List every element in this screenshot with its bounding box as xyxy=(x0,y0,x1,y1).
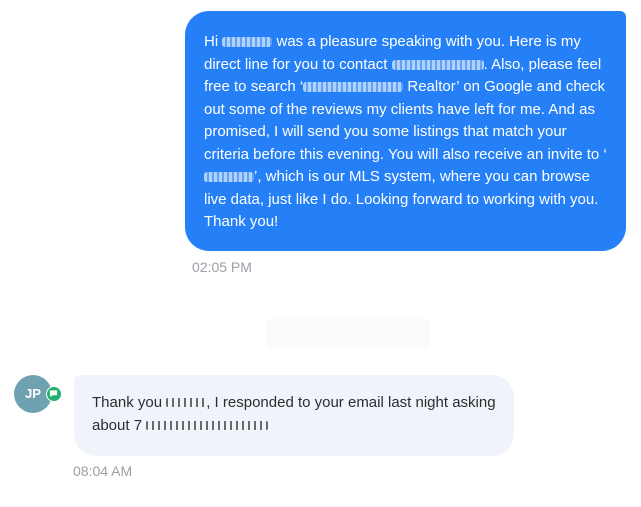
redacted-name xyxy=(166,398,207,407)
outgoing-message-bubble: Hi was a pleasure speaking with you. Her… xyxy=(185,11,626,251)
incoming-message-text: Thank you , I responded to your email la… xyxy=(92,392,496,437)
incoming-message-bubble: Thank you , I responded to your email la… xyxy=(74,375,514,456)
redacted-phone xyxy=(391,59,484,70)
incoming-timestamp: 08:04 AM xyxy=(73,463,133,479)
message-text-part: Thank you xyxy=(92,394,167,411)
redacted-name xyxy=(222,37,273,47)
sms-chat-icon xyxy=(46,386,62,402)
outgoing-timestamp: 02:05 PM xyxy=(192,259,252,275)
message-text-part: ’, which is our MLS system, where you ca… xyxy=(204,168,599,230)
faded-divider xyxy=(265,318,430,348)
redacted-system-name xyxy=(204,172,254,182)
redacted-address xyxy=(146,420,269,430)
message-text-part: Hi xyxy=(204,33,219,50)
outgoing-message-text: Hi was a pleasure speaking with you. Her… xyxy=(204,31,608,234)
redacted-agent-name xyxy=(303,82,404,92)
